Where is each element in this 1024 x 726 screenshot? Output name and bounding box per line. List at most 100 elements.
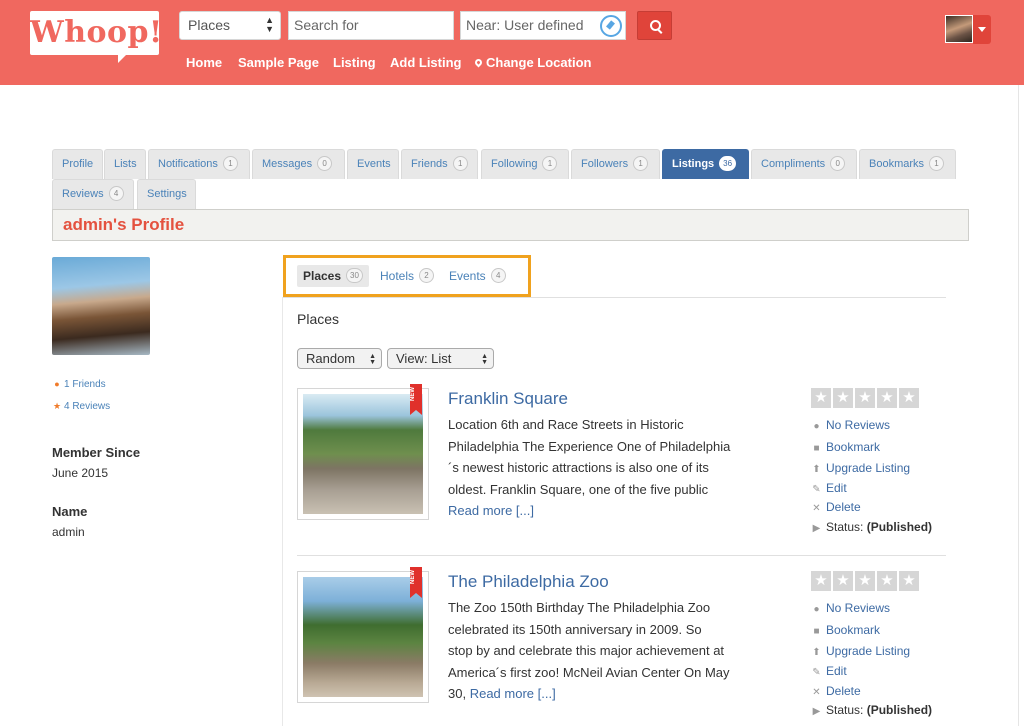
read-more-link[interactable]: Read more [...]: [470, 686, 556, 701]
nav-home[interactable]: Home: [186, 55, 222, 70]
tab-settings[interactable]: Settings: [137, 179, 196, 209]
listing-thumbnail[interactable]: NEW: [297, 567, 429, 703]
read-more-link[interactable]: Read more [...]: [448, 503, 534, 518]
tab-count-badge: 1: [542, 155, 558, 171]
friends-link[interactable]: ● 1 Friends: [52, 379, 105, 390]
desc-line: ´s newest historic attractions is also o…: [448, 460, 709, 476]
nav-change-location[interactable]: Change Location: [473, 55, 591, 70]
tab-count-badge: 1: [929, 155, 945, 171]
status-label: Status:: [826, 520, 864, 534]
tab-count-badge: 0: [830, 155, 846, 171]
listing-description: Location 6th and Race Streets in Histori…: [448, 414, 753, 522]
user-avatar[interactable]: [945, 15, 973, 43]
new-ribbon-text: NEW: [410, 387, 416, 401]
tab-compliments[interactable]: Compliments 0: [751, 149, 857, 179]
star-icon: ★: [877, 571, 897, 591]
edit-icon: ✎: [812, 667, 821, 678]
edit-link[interactable]: ✎ Edit: [811, 664, 847, 678]
user-menu-caret[interactable]: [973, 15, 991, 44]
upgrade-icon: ⬆: [812, 647, 821, 658]
tab-label: Lists: [114, 158, 137, 170]
search-button[interactable]: [637, 11, 672, 40]
divider: [283, 297, 946, 298]
desc-line: Philadelphia The Experience One of Phila…: [448, 438, 731, 454]
delete-link[interactable]: ✕ Delete: [811, 684, 860, 698]
new-ribbon-text: NEW: [410, 570, 416, 584]
bookmark-link[interactable]: ■ Bookmark: [811, 440, 880, 454]
listing-photo: [303, 394, 423, 514]
edit-label: Edit: [826, 481, 847, 495]
star-icon: ★: [811, 571, 831, 591]
tab-lists[interactable]: Lists: [104, 149, 146, 179]
nav-listing[interactable]: Listing: [333, 55, 376, 70]
desc-line: celebrated its 150th anniversary in 2009…: [448, 621, 702, 637]
tab-friends[interactable]: Friends 1: [401, 149, 478, 179]
bookmark-link[interactable]: ■ Bookmark: [811, 623, 880, 637]
edit-label: Edit: [826, 664, 847, 678]
tab-followers[interactable]: Followers 1: [571, 149, 660, 179]
upgrade-listing-link[interactable]: ⬆ Upgrade Listing: [811, 461, 910, 475]
subtab-hotels[interactable]: Hotels 2: [380, 265, 435, 287]
listing-thumbnail[interactable]: NEW: [297, 384, 429, 520]
subtab-label: Events: [449, 269, 486, 283]
tab-profile[interactable]: Profile: [52, 149, 103, 179]
tab-bookmarks[interactable]: Bookmarks 1: [859, 149, 956, 179]
status-value: (Published): [866, 703, 933, 717]
compass-icon[interactable]: [600, 15, 622, 37]
select-arrows-icon: ▲ ▼: [369, 353, 376, 366]
tab-count-badge: 1: [222, 155, 238, 171]
play-icon: ▶: [812, 523, 821, 534]
upgrade-icon: ⬆: [812, 464, 821, 475]
tab-label: Reviews: [62, 188, 104, 200]
reviews-link[interactable]: ● No Reviews: [811, 601, 890, 615]
reviews-link[interactable]: ● No Reviews: [811, 418, 890, 432]
tab-label: Following: [491, 158, 538, 170]
tab-listings[interactable]: Listings 36: [662, 149, 749, 179]
play-icon: ▶: [812, 706, 821, 717]
upgrade-label: Upgrade Listing: [826, 644, 911, 658]
edit-link[interactable]: ✎ Edit: [811, 481, 847, 495]
upgrade-listing-link[interactable]: ⬆ Upgrade Listing: [811, 644, 910, 658]
tab-count-badge: 1: [452, 155, 468, 171]
tab-label: Followers: [581, 158, 629, 170]
star-icon: ★: [899, 571, 919, 591]
view-select[interactable]: View: List ▲ ▼: [387, 348, 494, 369]
tab-following[interactable]: Following 1: [481, 149, 569, 179]
reviews-link[interactable]: ★ 4 Reviews: [52, 401, 110, 412]
near-value: Near: User defined: [466, 17, 584, 33]
rating-stars[interactable]: ★ ★ ★ ★ ★: [811, 571, 921, 591]
tab-count-badge: 36: [719, 155, 737, 171]
subtab-count-badge: 4: [490, 268, 506, 284]
tab-count-badge: 1: [633, 155, 649, 171]
tab-events[interactable]: Events: [347, 149, 399, 179]
search-type-select[interactable]: Places ▲ ▼: [179, 11, 281, 40]
tab-messages[interactable]: Messages 0: [252, 149, 345, 179]
nav-sample-page[interactable]: Sample Page: [238, 55, 319, 70]
rating-stars[interactable]: ★ ★ ★ ★ ★: [811, 388, 921, 408]
comments-icon: ●: [813, 604, 820, 615]
status-text: ▶ Status: (Published): [811, 520, 932, 534]
subtab-events[interactable]: Events 4: [449, 265, 506, 287]
reviews-label: 4 Reviews: [64, 401, 111, 412]
near-input[interactable]: Near: User defined: [460, 11, 626, 40]
tab-label: Events: [357, 158, 391, 170]
tab-reviews[interactable]: Reviews 4: [52, 179, 134, 209]
subtab-places[interactable]: Places 30: [297, 265, 369, 287]
search-input[interactable]: Search for: [288, 11, 454, 40]
select-arrows-icon: ▲ ▼: [265, 15, 274, 34]
status-value: (Published): [866, 520, 933, 534]
nav-add-listing[interactable]: Add Listing: [390, 55, 462, 70]
listing-divider: [297, 555, 946, 556]
tab-notifications[interactable]: Notifications 1: [148, 149, 250, 179]
delete-link[interactable]: ✕ Delete: [811, 500, 860, 514]
sort-select[interactable]: Random ▲ ▼: [297, 348, 382, 369]
listing-title[interactable]: Franklin Square: [448, 389, 568, 409]
column-divider: [282, 297, 283, 726]
star-icon: ★: [833, 571, 853, 591]
site-logo[interactable]: Whoop!: [30, 11, 162, 55]
desc-line: stop by and celebrate this major achieve…: [448, 643, 725, 659]
listing-title[interactable]: The Philadelphia Zoo: [448, 572, 609, 592]
search-placeholder: Search for: [294, 17, 359, 33]
search-type-value: Places: [188, 17, 231, 33]
listing-photo: [303, 577, 423, 697]
